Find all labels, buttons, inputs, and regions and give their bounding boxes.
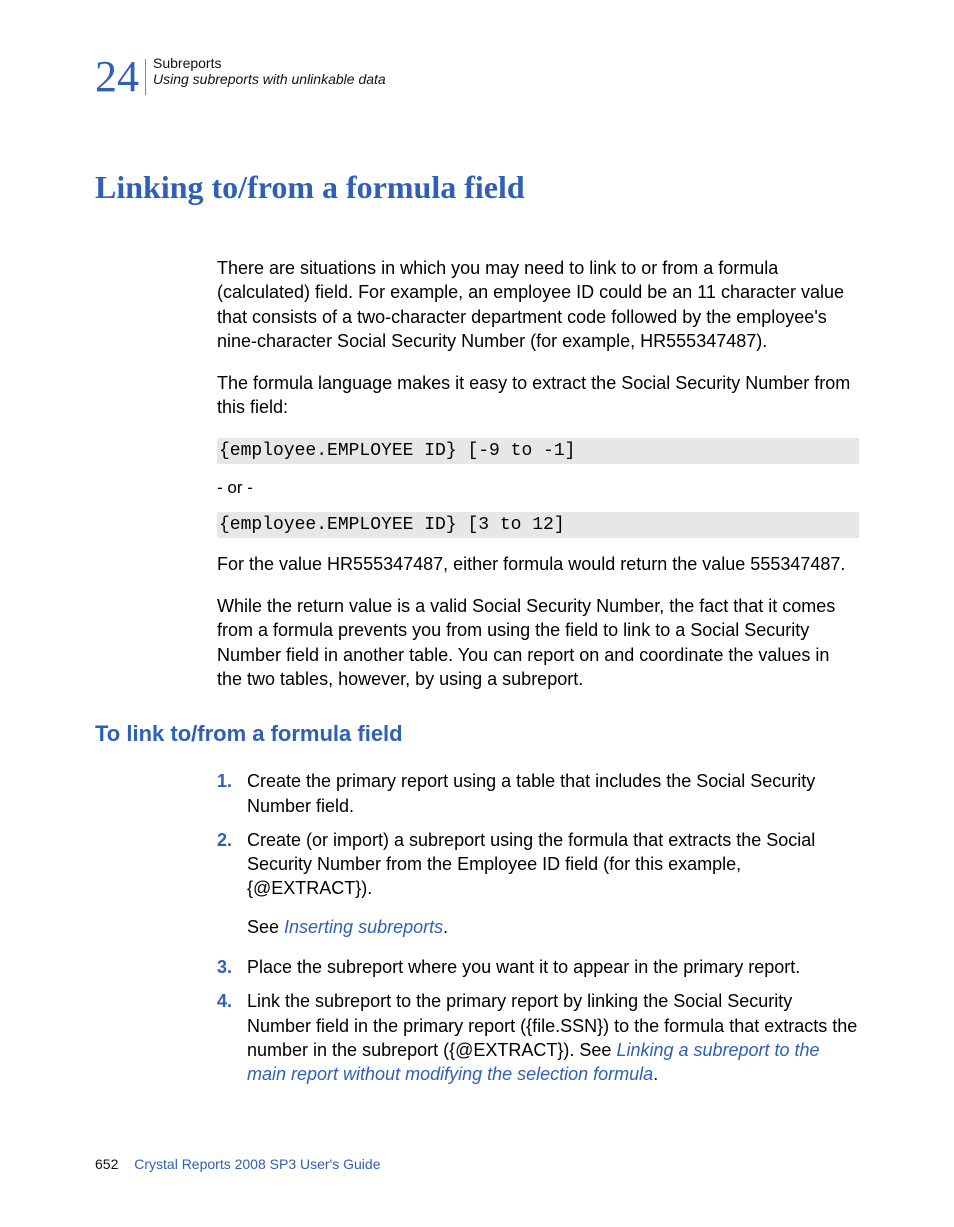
see-suffix: . (443, 917, 448, 937)
step-number: 2. (217, 828, 247, 852)
header-section-title: Using subreports with unlinkable data (153, 71, 386, 87)
cross-reference-link[interactable]: Inserting subreports (284, 917, 443, 937)
steps-block: 1. Create the primary report using a tab… (217, 769, 859, 1086)
step-number: 4. (217, 989, 247, 1013)
step-text: Create the primary report using a table … (247, 769, 859, 818)
code-example: {employee.EMPLOYEE ID} [3 to 12] (217, 512, 859, 538)
list-item: 4. Link the subreport to the primary rep… (217, 989, 859, 1086)
procedure-heading: To link to/from a formula field (95, 721, 859, 747)
step-text-main: Create (or import) a subreport using the… (247, 830, 815, 899)
see-prefix: See (247, 917, 284, 937)
step-text-post: . (653, 1064, 658, 1084)
body-content: There are situations in which you may ne… (217, 256, 859, 691)
page-title: Linking to/from a formula field (95, 169, 859, 206)
step-text: Create (or import) a subreport using the… (247, 828, 859, 945)
header-chapter-title: Subreports (153, 55, 386, 71)
header-divider (145, 59, 146, 95)
paragraph: For the value HR555347487, either formul… (217, 552, 859, 576)
page-footer: 652 Crystal Reports 2008 SP3 User's Guid… (95, 1156, 380, 1172)
list-item: 3. Place the subreport where you want it… (217, 955, 859, 979)
see-reference: See Inserting subreports. (247, 915, 859, 939)
step-number: 3. (217, 955, 247, 979)
page-header: 24 Subreports Using subreports with unli… (95, 55, 859, 99)
list-item: 2. Create (or import) a subreport using … (217, 828, 859, 945)
steps-list: 1. Create the primary report using a tab… (217, 769, 859, 1086)
step-text: Link the subreport to the primary report… (247, 989, 859, 1086)
chapter-number: 24 (95, 55, 139, 99)
code-example: {employee.EMPLOYEE ID} [-9 to -1] (217, 438, 859, 464)
paragraph: While the return value is a valid Social… (217, 594, 859, 691)
list-item: 1. Create the primary report using a tab… (217, 769, 859, 818)
step-text: Place the subreport where you want it to… (247, 955, 859, 979)
paragraph: The formula language makes it easy to ex… (217, 371, 859, 420)
or-separator: - or - (217, 478, 859, 498)
header-text-block: Subreports Using subreports with unlinka… (153, 55, 386, 87)
step-number: 1. (217, 769, 247, 793)
book-title: Crystal Reports 2008 SP3 User's Guide (134, 1156, 380, 1172)
page-number: 652 (95, 1156, 118, 1172)
paragraph: There are situations in which you may ne… (217, 256, 859, 353)
